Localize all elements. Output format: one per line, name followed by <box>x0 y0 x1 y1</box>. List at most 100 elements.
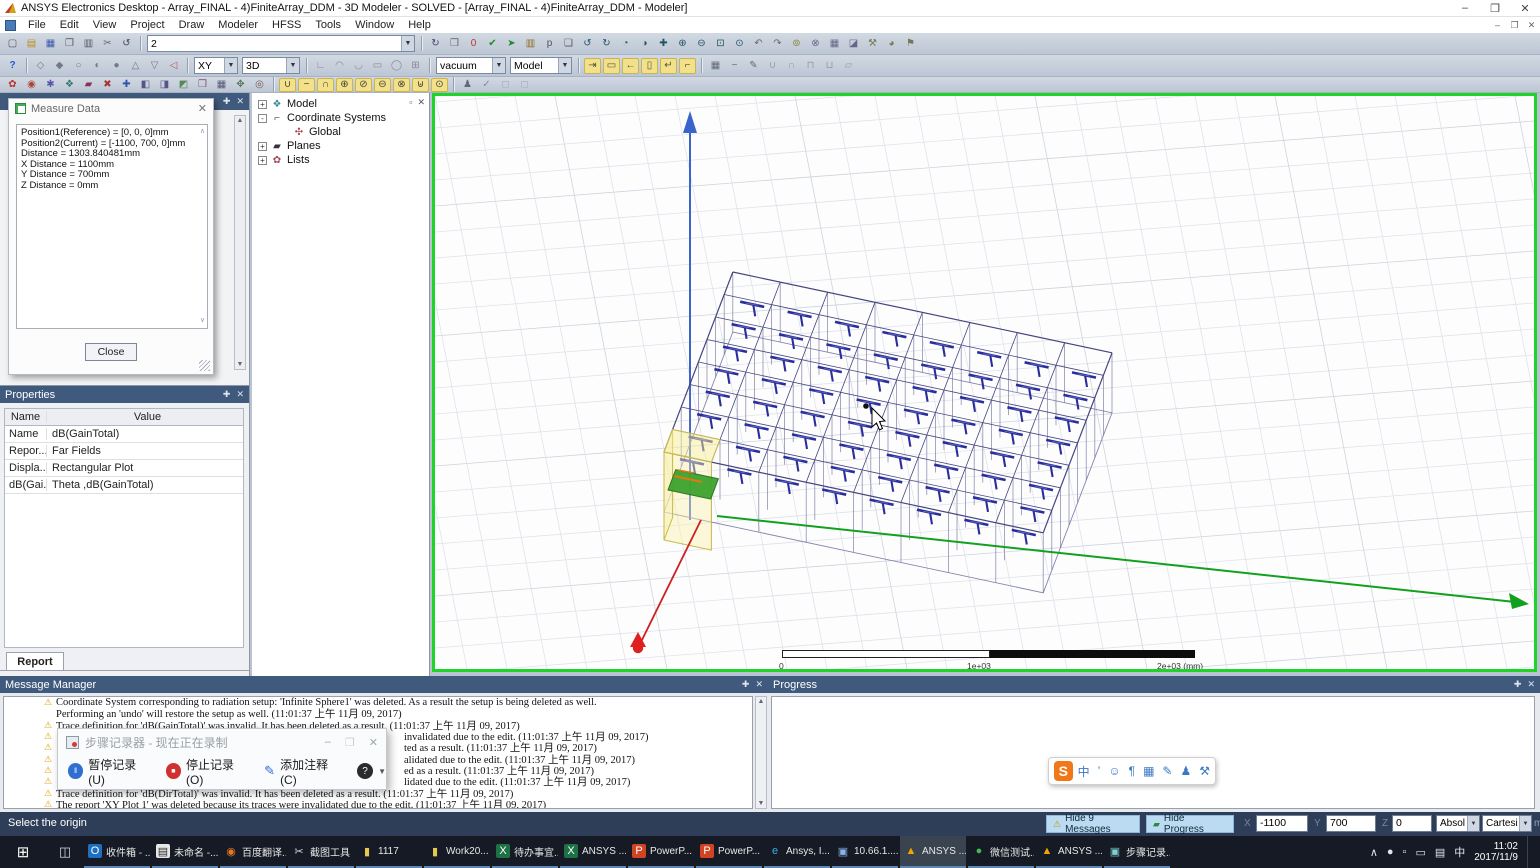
cut-icon[interactable]: ✂ <box>99 36 116 52</box>
move-faces-icon[interactable]: ◩ <box>175 78 192 92</box>
align-left-icon[interactable]: ← <box>622 58 639 74</box>
expander-icon[interactable] <box>280 128 289 137</box>
wrap-icon[interactable]: ▰ <box>80 78 97 92</box>
taskbar-ansys-active[interactable]: ▲ ANSYS ... <box>900 836 966 868</box>
column-header-value[interactable]: Value <box>47 411 243 423</box>
ime-keyboard-icon[interactable]: ▦ <box>1143 764 1154 778</box>
measure-dialog-titlebar[interactable]: Measure Data ✕ <box>9 99 213 118</box>
redo-icon[interactable]: ↻ <box>427 36 444 52</box>
revolve-icon[interactable]: ◉ <box>23 78 40 92</box>
align-min-icon[interactable]: ⇥ <box>584 58 601 74</box>
optimetrics-icon[interactable]: p <box>541 36 558 52</box>
copy-icon[interactable]: ❐ <box>61 36 78 52</box>
taskbar-note-work[interactable]: ▮ Work20... <box>424 836 490 868</box>
coordinate-system-combobox[interactable]: Cartesi ▼ <box>1482 815 1532 832</box>
tree-item[interactable]: + ✿ Lists <box>252 153 429 167</box>
helix-icon[interactable]: ✱ <box>42 78 59 92</box>
draw-rect-icon[interactable]: ▭ <box>369 58 386 74</box>
rotate-view-icon[interactable]: ↺ <box>579 36 596 52</box>
chevron-down-icon[interactable]: ▼ <box>558 58 571 73</box>
tray-keyboard-icon[interactable]: ▭ <box>1415 846 1425 859</box>
column-header-name[interactable]: Name <box>5 411 47 423</box>
chevron-down-icon[interactable]: ▼ <box>378 767 386 776</box>
restore-button[interactable]: ❐ <box>1480 2 1510 15</box>
boolean-unite-icon[interactable]: ∪ <box>279 78 296 92</box>
boolean-heal-icon[interactable]: ⊙ <box>431 78 448 92</box>
offset-icon[interactable]: ◎ <box>251 78 268 92</box>
table-row[interactable]: dB(Gai... Theta ,dB(GainTotal) <box>5 477 243 494</box>
select-object-icon[interactable]: ◇ <box>32 58 49 74</box>
property-value[interactable]: Rectangular Plot <box>47 462 243 474</box>
taskbar-ansys-2[interactable]: ▲ ANSYS ... <box>1036 836 1102 868</box>
tray-expand-icon[interactable]: ∧ <box>1370 846 1378 859</box>
grid-plane-icon[interactable]: ▦ <box>707 58 724 74</box>
taskbar-wechat[interactable]: ● 微信测试... <box>968 836 1034 868</box>
hide-messages-button[interactable]: ⚠ Hide 9 Messages <box>1046 815 1140 833</box>
child-restore-button[interactable]: ❐ <box>1506 20 1523 31</box>
taskbar-untitled-doc[interactable]: ▤ 未命名 -... <box>152 836 218 868</box>
chevron-down-icon[interactable]: ▼ <box>224 58 237 73</box>
ime-skin-icon[interactable]: ♟ <box>1180 764 1191 778</box>
menu-item[interactable]: Project <box>123 19 171 31</box>
pick-icon[interactable]: ✎ <box>745 58 762 74</box>
menu-item[interactable]: Draw <box>172 19 212 31</box>
tree-item[interactable]: - ⌐ Coordinate Systems <box>252 111 429 125</box>
child-minimize-button[interactable]: – <box>1489 20 1506 31</box>
sweep-icon[interactable]: ✿ <box>4 78 21 92</box>
blank-icon-2[interactable]: ◻ <box>516 78 533 92</box>
tray-message-icon[interactable]: ▤ <box>1435 846 1445 859</box>
taskbar-ie-ansys[interactable]: e Ansys, I... <box>764 836 830 868</box>
align-face-icon[interactable]: ▭ <box>603 58 620 74</box>
ime-chinese-icon[interactable]: 中 <box>1078 763 1090 780</box>
zoom-in-icon[interactable]: ⊕ <box>674 36 691 52</box>
property-value[interactable]: dB(GainTotal) <box>47 428 243 440</box>
sogou-logo-icon[interactable]: S <box>1054 761 1073 781</box>
hide-progress-button[interactable]: ▰ Hide Progress <box>1146 815 1234 833</box>
boolean-intersect-icon[interactable]: ∩ <box>317 78 334 92</box>
show-desktop-button[interactable] <box>1527 836 1532 868</box>
duplicate-icon[interactable]: ❒ <box>194 78 211 92</box>
boolean-split-icon[interactable]: ⊘ <box>355 78 372 92</box>
imprint-icon[interactable]: ⊔ <box>821 58 838 74</box>
scale-icon[interactable]: ✥ <box>232 78 249 92</box>
orbit-icon[interactable]: ◔ <box>617 36 634 52</box>
save-icon[interactable]: ▦ <box>42 36 59 52</box>
ime-voice-icon[interactable]: ¶ <box>1129 764 1135 778</box>
dash-icon[interactable]: − <box>726 58 743 74</box>
scroll-up-icon[interactable]: ∧ <box>200 127 205 138</box>
draw-arc-icon[interactable]: ◠ <box>331 58 348 74</box>
child-close-button[interactable]: ✕ <box>1523 20 1540 31</box>
align-corner-icon[interactable]: ⌐ <box>679 58 696 74</box>
thicken-icon[interactable]: ❖ <box>61 78 78 92</box>
copy-image-icon[interactable]: ❏ <box>560 36 577 52</box>
menu-item[interactable]: File <box>21 19 53 31</box>
draw-circle-icon[interactable]: ◯ <box>388 58 405 74</box>
fit-all-icon[interactable]: ⊡ <box>712 36 729 52</box>
validate-icon[interactable]: ✔ <box>484 36 501 52</box>
taskbar-snipping-tool[interactable]: ✂ 截图工具 <box>288 836 354 868</box>
taskbar-powerpoint-2[interactable]: P PowerP... <box>696 836 762 868</box>
chevron-down-icon[interactable]: ▼ <box>401 36 414 51</box>
close-icon[interactable]: ✕ <box>236 96 244 107</box>
section-icon[interactable]: ▱ <box>840 58 857 74</box>
chevron-down-icon[interactable]: ▼ <box>1467 816 1479 831</box>
undo-view-icon[interactable]: ↶ <box>750 36 767 52</box>
mirror-icon[interactable]: ◁ <box>165 58 182 74</box>
redo-view-icon[interactable]: ↷ <box>769 36 786 52</box>
ime-punctuation-icon[interactable]: ’ <box>1098 764 1101 778</box>
menu-item[interactable]: HFSS <box>265 19 308 31</box>
view-mode-combobox[interactable]: 3D ▼ <box>242 57 300 74</box>
uncover-icon[interactable]: ◨ <box>156 78 173 92</box>
menu-item[interactable]: View <box>86 19 124 31</box>
scroll-down-icon[interactable]: ∨ <box>200 316 205 327</box>
undo-icon[interactable]: ↺ <box>118 36 135 52</box>
blank-icon-1[interactable]: ◻ <box>497 78 514 92</box>
history-icon[interactable]: ◕ <box>883 36 900 52</box>
expander-icon[interactable]: + <box>258 156 267 165</box>
chevron-down-icon[interactable]: ▼ <box>1519 816 1531 831</box>
pin-icon[interactable]: ✚ <box>223 389 231 400</box>
tray-lang-icon[interactable]: 中 <box>1454 844 1465 860</box>
minimize-button[interactable]: – <box>325 736 331 749</box>
select-multi-icon[interactable]: ● <box>108 58 125 74</box>
tree-item[interactable]: ✣ Global <box>274 125 429 139</box>
